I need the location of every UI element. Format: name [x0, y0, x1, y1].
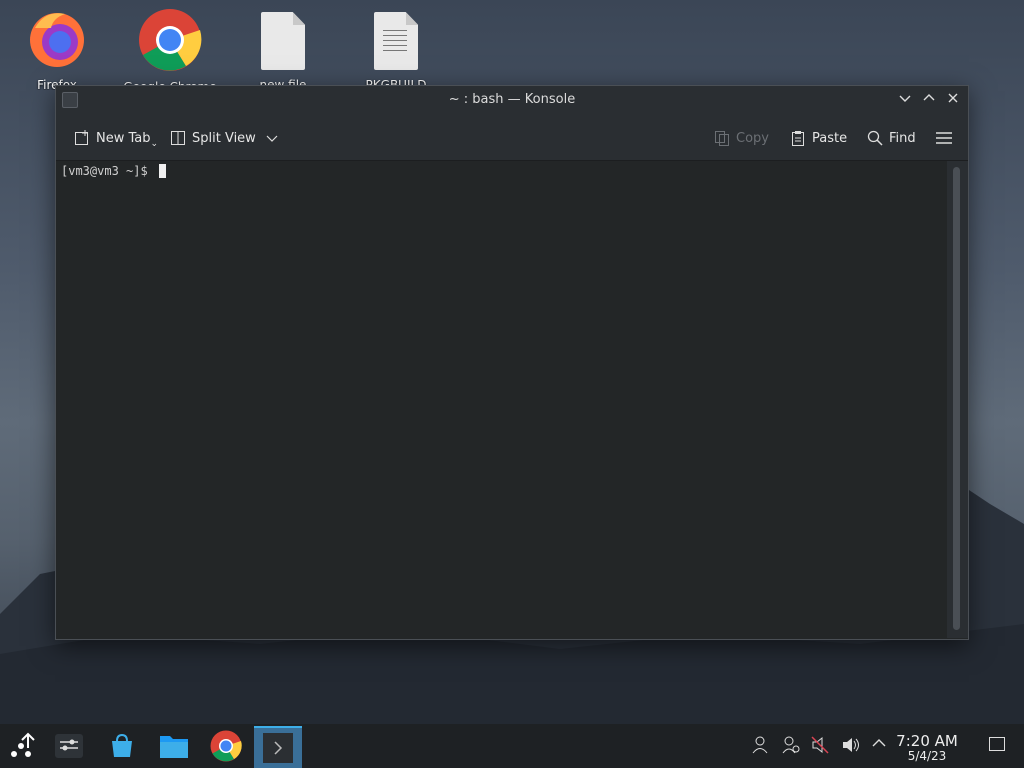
- file-manager-icon: [160, 736, 188, 758]
- taskbar-konsole-button[interactable]: [254, 726, 302, 768]
- terminal-scrollbar[interactable]: [947, 161, 968, 638]
- show-desktop-icon: [989, 737, 1005, 751]
- hamburger-menu-icon: [936, 132, 952, 144]
- user-icon: [752, 736, 768, 754]
- chevron-up-icon: [872, 739, 886, 747]
- scrollbar-thumb[interactable]: [953, 167, 960, 630]
- close-button[interactable]: [944, 91, 962, 109]
- paste-icon: [792, 131, 804, 146]
- find-button[interactable]: Find: [867, 128, 916, 148]
- terminal-cursor: [158, 164, 166, 178]
- chevron-down-icon: ⌄: [150, 139, 159, 149]
- copy-icon: [715, 131, 729, 146]
- find-label: Find: [889, 130, 916, 146]
- digital-clock[interactable]: 7:20 AM 5/4/23: [891, 732, 963, 763]
- new-tab-icon: [75, 130, 88, 145]
- clock-date: 5/4/23: [907, 749, 947, 763]
- terminal-prompt: [vm3@vm3 ~]$: [61, 164, 155, 178]
- split-view-label: Split View: [192, 130, 256, 146]
- desktop-icon-new-file[interactable]: new file: [228, 12, 338, 90]
- network-icon: [782, 736, 800, 754]
- application-launcher-icon: [11, 732, 35, 757]
- search-icon: [867, 130, 883, 146]
- application-launcher-button[interactable]: [0, 728, 44, 764]
- show-desktop-button[interactable]: [988, 736, 1006, 754]
- chrome-icon: [139, 9, 202, 71]
- copy-label: Copy: [736, 130, 769, 146]
- desktop-icon-pkgbuild[interactable]: PKGBUILD: [341, 12, 451, 90]
- paste-label: Paste: [812, 130, 848, 146]
- copy-button[interactable]: Copy: [714, 128, 769, 148]
- new-tab-button[interactable]: New Tab ⌄: [74, 128, 159, 149]
- clock-time: 7:20 AM: [896, 732, 958, 750]
- hamburger-menu-button[interactable]: [936, 128, 952, 148]
- show-hidden-tray-button[interactable]: [870, 736, 888, 754]
- taskbar-chrome-button[interactable]: [204, 728, 248, 764]
- chevron-down-icon: [899, 95, 911, 102]
- terminal-prompt-line: [vm3@vm3 ~]$: [61, 164, 166, 178]
- chrome-icon: [210, 730, 242, 762]
- volume-icon: [843, 738, 859, 752]
- desktop-icon-firefox[interactable]: Firefox: [2, 8, 112, 90]
- settings-icon: [55, 734, 83, 758]
- close-icon: [948, 93, 958, 103]
- discover-store-icon: [112, 733, 132, 757]
- volume-button[interactable]: [841, 736, 859, 754]
- taskbar: 7:20 AM 5/4/23: [0, 724, 1024, 768]
- taskbar-discover-button[interactable]: [100, 728, 144, 764]
- konsole-window[interactable]: ~ : bash — Konsole New Tab ⌄ Split View …: [55, 85, 969, 640]
- file-icon: [261, 12, 305, 70]
- terminal-area[interactable]: [vm3@vm3 ~]$: [56, 161, 946, 638]
- network-button[interactable]: [782, 736, 800, 754]
- konsole-icon: [263, 733, 293, 763]
- user-switcher-button[interactable]: [751, 736, 769, 754]
- paste-button[interactable]: Paste: [790, 128, 847, 148]
- maximize-button[interactable]: [920, 91, 938, 109]
- split-view-button[interactable]: Split View: [170, 128, 278, 148]
- window-title: ~ : bash — Konsole: [448, 92, 576, 107]
- chevron-down-icon[interactable]: [266, 132, 278, 144]
- desktop-icon-chrome[interactable]: Google Chrome: [115, 8, 225, 92]
- window-titlebar[interactable]: ~ : bash — Konsole: [56, 86, 968, 115]
- taskbar-settings-button[interactable]: [47, 728, 91, 764]
- minimize-button[interactable]: [896, 91, 914, 109]
- audio-muted-button[interactable]: [811, 736, 829, 754]
- new-tab-label: New Tab: [96, 130, 151, 146]
- taskbar-file-manager-button[interactable]: [152, 728, 196, 764]
- chevron-up-icon: [923, 94, 935, 101]
- firefox-icon: [30, 13, 84, 67]
- konsole-toolbar: New Tab ⌄ Split View Copy Paste Find: [56, 115, 968, 161]
- split-view-icon: [171, 131, 185, 145]
- document-icon: [374, 12, 418, 70]
- muted-audio-icon: [811, 736, 829, 754]
